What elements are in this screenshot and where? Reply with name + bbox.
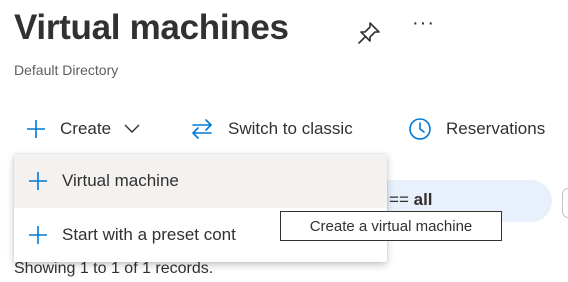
plus-icon bbox=[27, 120, 45, 138]
clock-icon bbox=[409, 118, 431, 140]
chevron-down-icon bbox=[124, 124, 140, 133]
menu-item-label: Start with a preset cont bbox=[62, 225, 236, 244]
pin-icon[interactable] bbox=[356, 20, 382, 46]
reservations-label: Reservations bbox=[446, 119, 546, 138]
reservations-button[interactable]: Reservations bbox=[408, 114, 545, 144]
switch-label: Switch to classic bbox=[228, 119, 353, 138]
tooltip: Create a virtual machine bbox=[280, 211, 502, 241]
filter-value: all bbox=[413, 190, 433, 209]
add-filter-pill[interactable] bbox=[562, 188, 568, 218]
switch-to-classic-button[interactable]: Switch to classic bbox=[190, 114, 353, 144]
page-title: Virtual machines bbox=[14, 8, 289, 47]
create-dropdown-menu: Virtual machine Start with a preset cont bbox=[14, 154, 387, 262]
plus-icon bbox=[29, 226, 47, 244]
plus-icon bbox=[29, 172, 47, 190]
menu-item-virtual-machine[interactable]: Virtual machine bbox=[14, 154, 387, 208]
menu-item-label: Virtual machine bbox=[62, 171, 179, 190]
directory-subtitle: Default Directory bbox=[14, 62, 119, 78]
create-button[interactable]: Create bbox=[26, 114, 141, 144]
switch-arrows-icon bbox=[192, 119, 212, 139]
more-options-button[interactable]: ··· bbox=[412, 12, 435, 35]
create-label: Create bbox=[60, 119, 112, 138]
records-count: Showing 1 to 1 of 1 records. bbox=[14, 260, 214, 277]
